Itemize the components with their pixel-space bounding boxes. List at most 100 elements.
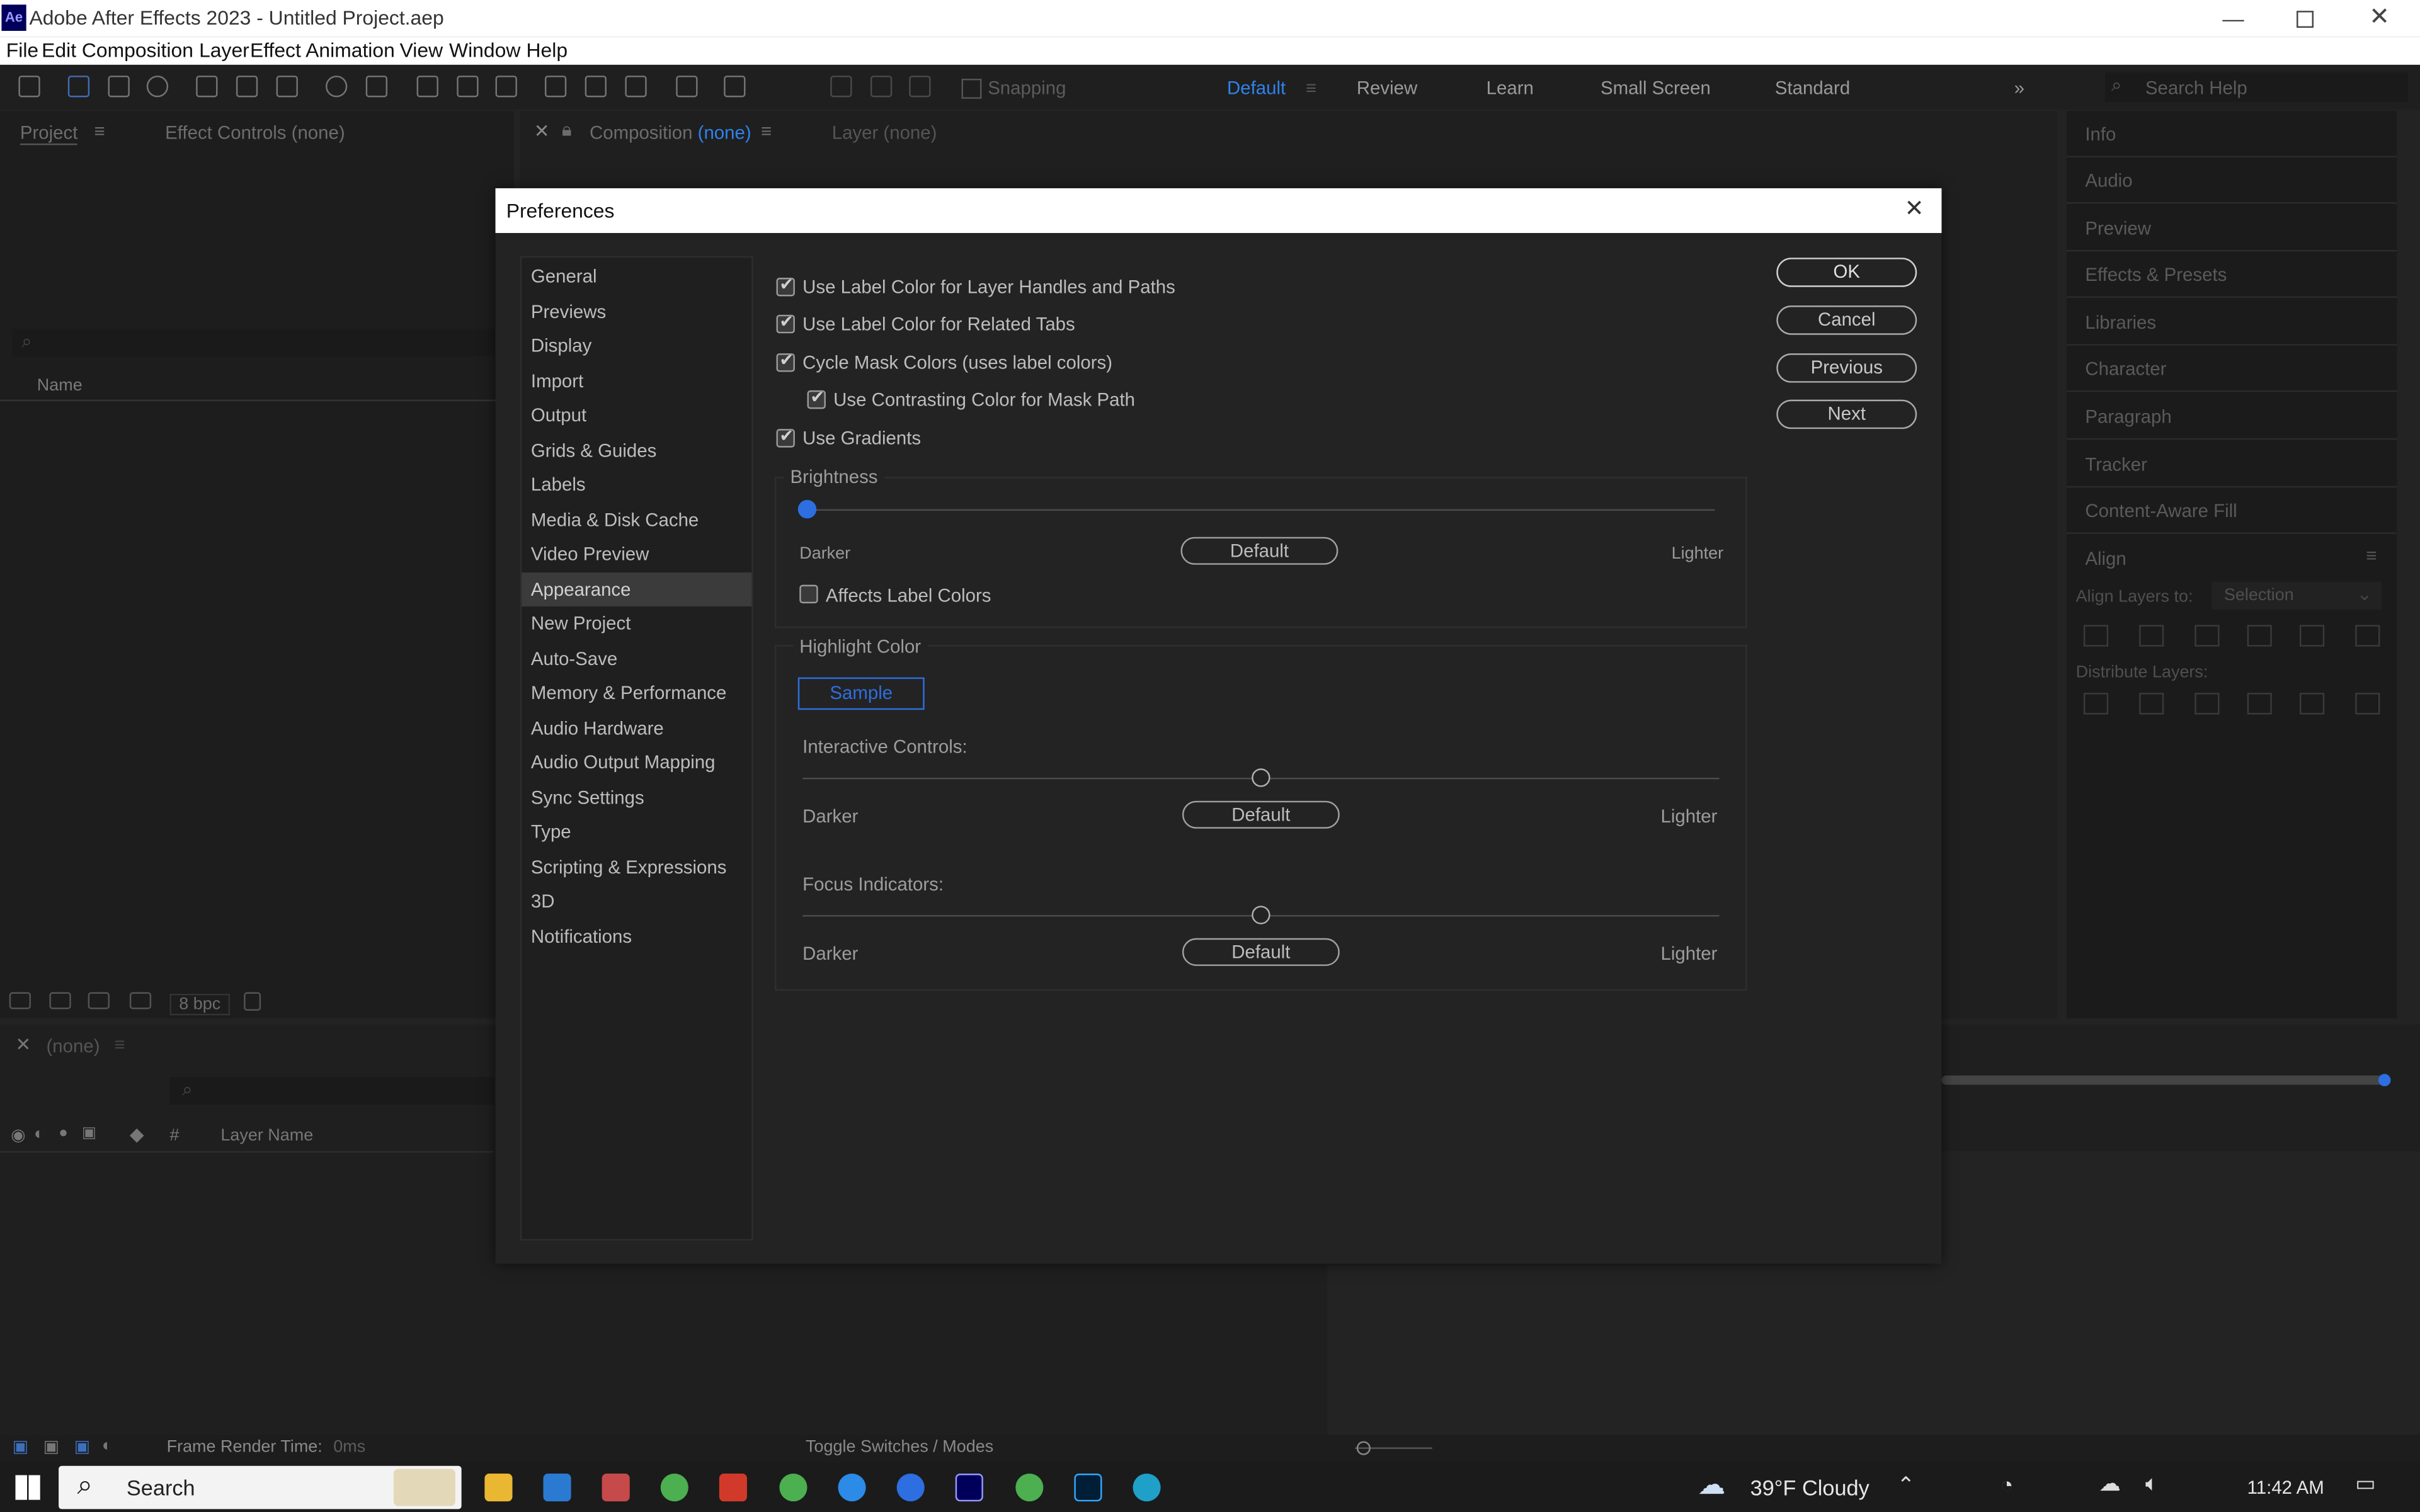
close-comp-icon[interactable]: ✕ — [534, 120, 550, 142]
roto-tool-icon[interactable] — [676, 76, 698, 98]
axis-world-icon[interactable] — [870, 76, 893, 98]
pinned-app-icon[interactable] — [602, 1474, 630, 1502]
volume-icon[interactable]: 🔈︎ — [2145, 1470, 2159, 1497]
lock-icon[interactable]: 🔒︎ — [562, 119, 572, 142]
nav-new-project[interactable]: New Project — [522, 606, 751, 640]
ok-button[interactable]: OK — [1776, 258, 1917, 287]
nav-video-preview[interactable]: Video Preview — [522, 537, 751, 571]
workspace-overflow-icon[interactable]: » — [2014, 77, 2024, 99]
label-color-handles-checkbox[interactable] — [776, 275, 795, 297]
nav-audio-output-mapping[interactable]: Audio Output Mapping — [522, 745, 751, 779]
network-icon[interactable]: ◔ — [2000, 1472, 2014, 1497]
wps-icon[interactable] — [719, 1474, 747, 1502]
interactive-default-button[interactable]: Default — [1182, 800, 1340, 829]
nav-memory-performance[interactable]: Memory & Performance — [522, 676, 751, 710]
restore-icon[interactable] — [2297, 11, 2314, 28]
minimize-icon[interactable]: — — [2222, 6, 2244, 31]
previous-button[interactable]: Previous — [1776, 353, 1917, 383]
cloud-icon[interactable]: ☁ — [2099, 1470, 2120, 1497]
tab-layer[interactable]: Layer (none) — [832, 122, 937, 144]
video-eye-icon[interactable]: ◉ — [11, 1125, 26, 1145]
menu-animation[interactable]: Animation — [305, 38, 395, 62]
project-menu-icon[interactable]: ≡ — [94, 120, 105, 142]
chrome-icon[interactable] — [660, 1474, 688, 1502]
selection-tool-icon[interactable] — [67, 76, 90, 98]
brush-tool-icon[interactable] — [544, 76, 567, 98]
focus-default-button[interactable]: Default — [1182, 938, 1340, 966]
distribute-vcenter-icon[interactable] — [2139, 693, 2164, 715]
panel-align[interactable]: Align — [2067, 535, 2397, 582]
audio-icon[interactable]: ◐ — [34, 1125, 44, 1143]
cycle-mask-colors-checkbox[interactable] — [776, 350, 795, 372]
menu-composition[interactable]: Composition — [82, 38, 193, 62]
distribute-left-icon[interactable] — [2247, 693, 2272, 715]
close-icon[interactable]: ✕ — [2369, 1, 2390, 32]
safari-icon[interactable] — [838, 1474, 866, 1502]
nav-auto-save[interactable]: Auto-Save — [522, 642, 751, 676]
timeline-menu-icon[interactable]: ≡ — [114, 1034, 125, 1055]
panel-audio[interactable]: Audio — [2066, 157, 2397, 204]
panel-preview[interactable]: Preview — [2066, 205, 2397, 252]
home-icon[interactable] — [18, 76, 40, 98]
chrome-icon[interactable] — [1015, 1474, 1044, 1502]
menu-view[interactable]: View — [400, 38, 443, 62]
distribute-right-icon[interactable] — [2355, 693, 2380, 715]
timeline-tab[interactable]: (none) — [47, 1035, 100, 1057]
zoom-tool-icon[interactable] — [146, 76, 169, 98]
solo-icon[interactable]: ● — [59, 1125, 68, 1142]
nav-display[interactable]: Display — [522, 329, 751, 363]
workspace-menu-icon[interactable]: ≡ — [1306, 77, 1316, 99]
workspace-learn[interactable]: Learn — [1487, 77, 1534, 99]
nav-sync-settings[interactable]: Sync Settings — [522, 781, 751, 815]
tab-effect-controls[interactable]: Effect Controls (none) — [165, 122, 345, 144]
file-explorer-icon[interactable] — [484, 1474, 513, 1502]
align-left-icon[interactable] — [2083, 625, 2109, 647]
timecode-search[interactable]: ⌕ — [169, 1077, 494, 1105]
timeline-ruler[interactable] — [1941, 1075, 2387, 1085]
distribute-bottom-icon[interactable] — [2195, 693, 2220, 715]
chrome-icon[interactable] — [779, 1474, 808, 1502]
align-select[interactable]: Selection ⌄ — [2212, 581, 2382, 610]
column-hash[interactable]: # — [170, 1127, 180, 1145]
nav-import[interactable]: Import — [522, 364, 751, 398]
menu-window[interactable]: Window — [449, 38, 520, 62]
trash-icon[interactable] — [244, 992, 261, 1011]
axis-view-icon[interactable] — [909, 76, 931, 98]
contrasting-mask-checkbox[interactable] — [807, 387, 826, 409]
nav-labels[interactable]: Labels — [522, 467, 751, 501]
nav-general[interactable]: General — [522, 259, 751, 293]
render-icon-3[interactable]: ▣ — [74, 1436, 90, 1457]
search-help-field[interactable]: ⌕ Search Help — [2105, 72, 2408, 102]
edge-icon[interactable] — [1133, 1474, 1161, 1502]
brightness-default-button[interactable]: Default — [1180, 537, 1338, 565]
time[interactable]: 11:42 AM — [2247, 1477, 2324, 1498]
align-vcenter-icon[interactable] — [2299, 625, 2325, 647]
zoom-icon[interactable] — [896, 1474, 925, 1502]
nav-audio-hardware[interactable]: Audio Hardware — [522, 712, 751, 746]
weather-icon[interactable]: ☁ — [1698, 1469, 1725, 1501]
anchor-tool-icon[interactable] — [365, 76, 388, 98]
menu-file[interactable]: File — [6, 38, 38, 62]
snapping-checkbox[interactable] — [961, 78, 982, 99]
nav-3d[interactable]: 3D — [522, 884, 751, 918]
clone-tool-icon[interactable] — [585, 76, 607, 98]
weather-text[interactable]: 39°F Cloudy — [1750, 1475, 1869, 1499]
menu-layer[interactable]: Layer — [199, 38, 249, 62]
mail-icon[interactable] — [543, 1474, 571, 1502]
new-folder-icon[interactable] — [49, 992, 71, 1009]
menu-help[interactable]: Help — [527, 38, 568, 62]
label-tag-icon[interactable]: ◆ — [130, 1123, 144, 1145]
windows-start-icon[interactable] — [15, 1475, 40, 1500]
comp-menu-icon[interactable]: ≡ — [761, 120, 772, 142]
taskbar-search[interactable]: ⌕ Search — [59, 1465, 462, 1509]
label-color-tabs-checkbox[interactable] — [776, 312, 795, 334]
eraser-tool-icon[interactable] — [625, 76, 647, 98]
align-top-icon[interactable] — [2247, 625, 2272, 647]
chevron-up-icon[interactable]: ⌃ — [1897, 1472, 1915, 1499]
menu-edit[interactable]: Edit — [42, 38, 76, 62]
next-button[interactable]: Next — [1776, 399, 1917, 429]
use-gradients-checkbox[interactable] — [776, 426, 795, 448]
interactive-thumb[interactable] — [1252, 768, 1270, 787]
column-name[interactable]: Name — [37, 377, 83, 395]
notification-icon[interactable]: ▭ — [2355, 1470, 2375, 1497]
